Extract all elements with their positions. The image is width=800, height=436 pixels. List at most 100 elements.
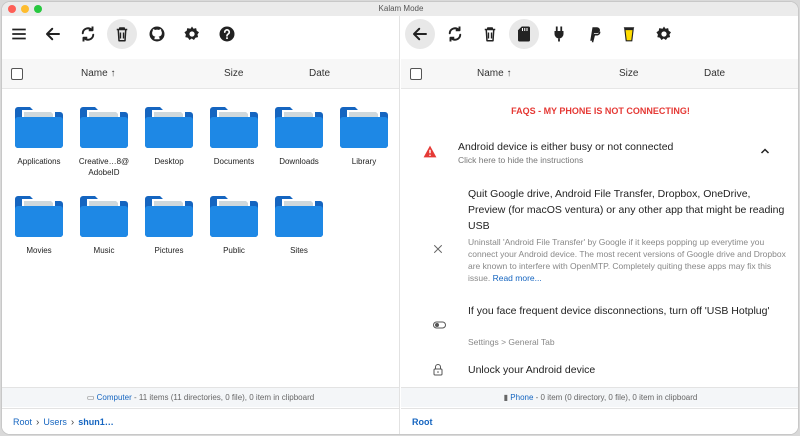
toggle-icon (433, 321, 446, 329)
chevron-right-icon: › (70, 417, 75, 428)
date-column-header[interactable]: Date (704, 68, 725, 79)
folder-icon (145, 196, 193, 237)
trash-icon (484, 27, 496, 42)
left-breadcrumb: Root › Users › shun1… (2, 408, 399, 434)
computer-icon: ▭ (86, 393, 95, 402)
name-column-header[interactable]: Name ↑ (477, 68, 511, 79)
folder-icon (275, 107, 323, 148)
right-status-bar: ▮ Phone - 0 item (0 directory, 0 file), … (401, 387, 798, 407)
lock-icon (433, 364, 443, 376)
issue-toggle[interactable]: Android device is either busy or not con… (401, 136, 798, 174)
menu-button[interactable] (4, 19, 34, 49)
read-more-link[interactable]: Read more... (493, 273, 542, 283)
refresh-icon (448, 26, 462, 42)
folder-item[interactable]: Music (73, 191, 135, 256)
right-breadcrumb: Root (401, 408, 798, 434)
settings-button[interactable] (177, 19, 207, 49)
folder-icon (275, 196, 323, 237)
left-column-header: Name ↑ Size Date (2, 59, 399, 89)
chevron-right-icon: › (36, 417, 40, 428)
breadcrumb-root[interactable]: Root (412, 417, 433, 427)
delete-button[interactable] (107, 19, 137, 49)
title-bar: Kalam Mode (2, 2, 798, 16)
phone-pane: Name ↑ Size Date FAQS - MY PHONE IS NOT … (401, 16, 798, 434)
folder-name: Pictures (154, 246, 184, 255)
github-button[interactable] (142, 19, 172, 49)
sd-card-icon (518, 26, 530, 42)
size-column-header[interactable]: Size (619, 68, 638, 79)
paypal-icon (590, 27, 601, 43)
hamburger-menu-icon (12, 28, 26, 40)
paypal-button[interactable] (579, 19, 609, 49)
tip-title: If you face frequent device disconnectio… (468, 305, 770, 317)
folder-item[interactable]: Library (333, 102, 395, 167)
gear-icon (184, 26, 199, 40)
back-button[interactable] (38, 19, 68, 49)
folder-icon (210, 196, 258, 237)
delete-button[interactable] (475, 19, 505, 49)
coffee-cup-icon (623, 27, 635, 42)
warning-icon (423, 145, 437, 158)
folder-item[interactable]: Desktop (138, 102, 200, 167)
folder-item[interactable]: Pictures (138, 191, 200, 256)
status-text: - 0 item (0 directory, 0 file), 0 item i… (533, 393, 698, 402)
help-button[interactable] (212, 19, 242, 49)
arrow-left-icon (413, 27, 427, 41)
size-column-header[interactable]: Size (224, 68, 243, 79)
breadcrumb-users[interactable]: Users (43, 417, 67, 427)
sort-ascending-icon: ↑ (110, 68, 116, 79)
issue-title: Android device is either busy or not con… (458, 141, 674, 153)
settings-button[interactable] (649, 19, 679, 49)
date-column-header[interactable]: Date (309, 68, 330, 79)
folder-name: Downloads (279, 157, 319, 166)
folder-icon (340, 107, 388, 148)
tip-body: Uninstall 'Android File Transfer' by Goo… (468, 237, 786, 283)
select-all-checkbox[interactable] (410, 68, 422, 80)
folder-name: Movies (26, 246, 52, 255)
folder-icon (15, 107, 63, 148)
folder-icon (145, 107, 193, 148)
github-icon (149, 26, 165, 42)
tip-title: Quit Google drive, Android File Transfer… (468, 188, 785, 232)
back-button[interactable] (405, 19, 435, 49)
sd-card-button[interactable] (509, 19, 539, 49)
buy-me-coffee-button[interactable] (614, 19, 644, 49)
folder-icon (15, 196, 63, 237)
breadcrumb-current[interactable]: shun1… (78, 417, 114, 427)
folder-name: Documents (213, 157, 255, 166)
window-title: Kalam Mode (378, 4, 424, 13)
plug-icon (554, 26, 564, 42)
folder-item[interactable]: Movies (8, 191, 70, 256)
computer-pane: Name ↑ Size Date Applications Creative…8@… (2, 16, 400, 434)
status-source: Phone (510, 393, 534, 402)
refresh-button[interactable] (73, 19, 103, 49)
folder-name: Sites (290, 246, 308, 255)
tip-body: Settings > General Tab (468, 337, 555, 347)
right-toolbar (401, 16, 798, 52)
folder-name: Desktop (154, 157, 184, 166)
folder-item[interactable]: Sites (268, 191, 330, 256)
trash-icon (116, 27, 128, 42)
phone-icon: ▮ (503, 393, 509, 402)
folder-item[interactable]: Creative…8@ AdobeID (73, 102, 135, 178)
folder-name: Music (93, 246, 115, 255)
name-column-header[interactable]: Name ↑ (81, 68, 115, 79)
folder-item[interactable]: Applications (8, 102, 70, 167)
folder-name: Creative…8@ AdobeID (78, 157, 130, 177)
chevron-up-icon[interactable] (759, 145, 771, 157)
faq-title: FAQS - MY PHONE IS NOT CONNECTING! (511, 106, 690, 116)
folder-icon (210, 107, 258, 148)
right-column-header: Name ↑ Size Date (401, 59, 798, 89)
arrow-left-icon (46, 27, 60, 41)
issue-subtitle: Click here to hide the instructions (458, 155, 584, 165)
folder-item[interactable]: Public (203, 191, 265, 256)
app-window: Kalam Mode Name ↑ Size Date Applications… (1, 1, 799, 435)
close-x-icon (433, 244, 443, 254)
folder-item[interactable]: Documents (203, 102, 265, 167)
left-status-bar: ▭ Computer - 11 items (11 directories, 0… (2, 387, 399, 407)
refresh-button[interactable] (440, 19, 470, 49)
folder-item[interactable]: Downloads (268, 102, 330, 167)
connect-button[interactable] (544, 19, 574, 49)
breadcrumb-root[interactable]: Root (13, 417, 32, 427)
select-all-checkbox[interactable] (11, 68, 23, 80)
